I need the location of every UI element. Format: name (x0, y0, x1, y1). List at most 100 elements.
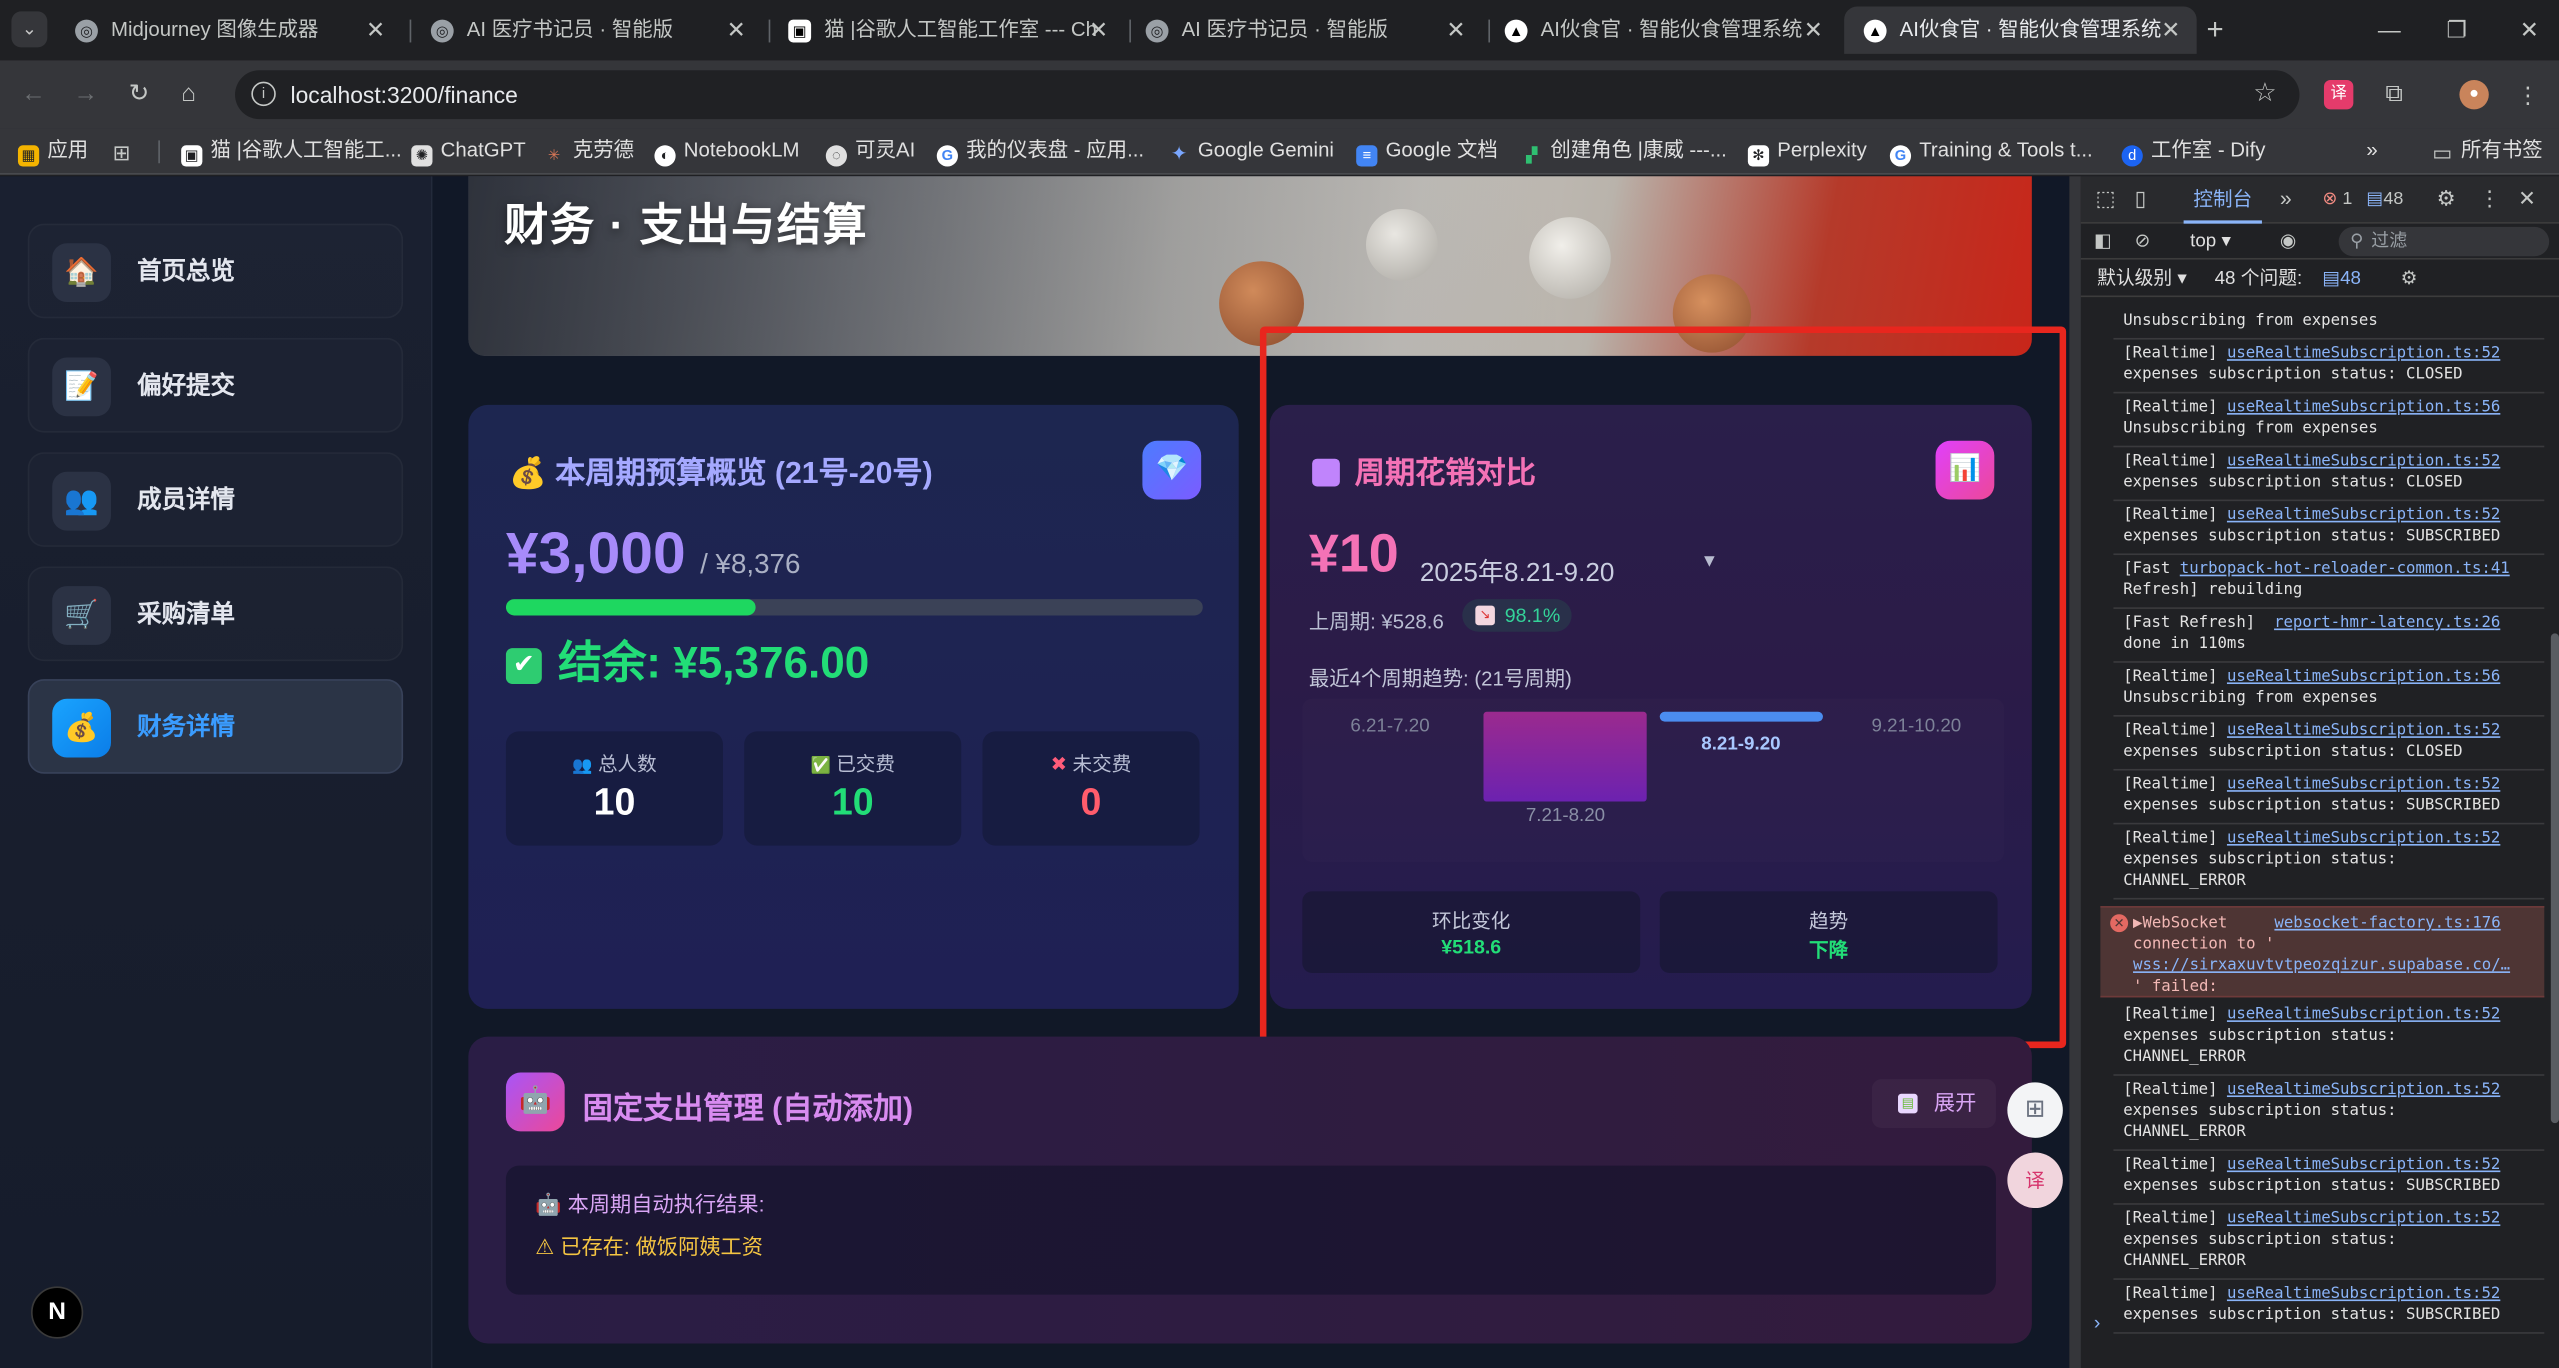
browser-tab[interactable]: ◎ AI 医疗书记员 · 智能版 ✕ (1126, 7, 1482, 54)
bookmark-item[interactable]: ◐ NotebookLM (654, 129, 799, 171)
websocket-url-link[interactable]: wss://sirxaxuvtvtpeozqizur.supabase.co/… (2133, 957, 2510, 975)
apps-add-icon[interactable]: ⊞ (2007, 1082, 2063, 1138)
cross-icon: ✖ (1050, 752, 1068, 776)
all-bookmarks-button[interactable]: ▭ 所有书签 (2432, 129, 2542, 171)
translate-extension-icon[interactable]: 译 (2323, 79, 2354, 110)
bookmark-item[interactable]: ◌ 可灵AI (825, 129, 915, 171)
back-icon[interactable]: ← (21, 77, 45, 113)
url-text[interactable]: localhost:3200/finance (290, 70, 517, 119)
source-link[interactable]: useRealtimeSubscription.ts:52 (2227, 1210, 2500, 1228)
forward-icon[interactable]: → (73, 77, 97, 113)
bookmark-item[interactable]: ✦ Google Gemini (1169, 129, 1334, 171)
bookmark-item[interactable]: ▞ 创建角色 |康威 ---... (1521, 129, 1727, 171)
site-info-icon[interactable]: i (251, 81, 276, 107)
bookmark-item[interactable]: ✻ Perplexity (1747, 129, 1867, 171)
console-scrollbar[interactable] (2550, 633, 2559, 1124)
bookmark-item[interactable]: ▣ 猫 |谷歌人工智能工... (181, 129, 402, 171)
close-icon[interactable]: ✕ (1804, 7, 1823, 54)
console-message: [Fast Refresh] report-hmr-latency.ts:26 … (2123, 613, 2501, 653)
sidebar-item-label: 偏好提交 (137, 372, 236, 400)
tab-console[interactable]: 控制台 (2183, 176, 2262, 224)
error-count[interactable]: ⊗ 1 (2322, 186, 2352, 212)
eye-icon[interactable]: ◉ (2280, 224, 2296, 260)
source-link[interactable]: useRealtimeSubscription.ts:56 (2227, 668, 2500, 686)
bookmark-star-icon[interactable]: ☆ (2253, 70, 2276, 119)
console-message: [Realtime] useRealtimeSubscription.ts:52… (2123, 829, 2501, 890)
browser-menu-icon[interactable]: ⋮ (2513, 80, 2542, 109)
browser-tab[interactable]: ▣ 猫 |谷歌人工智能工作室 --- Ch ✕ (769, 7, 1125, 54)
console-prompt[interactable]: › (2094, 1311, 2101, 1334)
source-link[interactable]: useRealtimeSubscription.ts:52 (2227, 829, 2500, 847)
close-icon[interactable]: ✕ (2161, 7, 2180, 54)
close-icon[interactable]: ✕ (366, 7, 385, 54)
sidebar-toggle-icon[interactable]: ◧ (2094, 224, 2112, 260)
inspect-icon[interactable]: ⬚ (2095, 186, 2115, 212)
more-tabs-icon[interactable]: » (2280, 186, 2292, 212)
source-link[interactable]: useRealtimeSubscription.ts:52 (2227, 722, 2500, 740)
translate-float-icon[interactable]: 译 (2007, 1152, 2063, 1209)
bookmark-item[interactable]: ✺ ChatGPT (411, 129, 526, 171)
notebooklm-icon: ◐ (654, 145, 676, 167)
nextjs-dev-badge[interactable]: N (31, 1286, 84, 1339)
message-count[interactable]: ▤48 (2366, 186, 2403, 212)
address-bar[interactable]: i localhost:3200/finance ☆ (235, 70, 2300, 120)
bookmark-item[interactable]: G 我的仪表盘 - 应用... (936, 129, 1144, 171)
bookmark-item[interactable]: d 工作室 - Dify (2121, 129, 2265, 171)
source-link[interactable]: useRealtimeSubscription.ts:52 (2227, 452, 2500, 470)
devtools-close-icon[interactable]: ✕ (2518, 186, 2536, 212)
browser-tab-active[interactable]: ▲ AI伙食官 · 智能伙食管理系统 ✕ (1844, 6, 2197, 54)
source-link[interactable]: useRealtimeSubscription.ts:52 (2227, 775, 2500, 793)
money-bag-icon: 💰 (52, 698, 111, 758)
settings-gear-icon[interactable]: ⚙ (2437, 186, 2456, 212)
bookmark-item[interactable]: ≡ Google 文档 (1356, 129, 1498, 171)
console-settings-icon[interactable]: ⚙ (2401, 261, 2418, 297)
tab-search-icon[interactable]: ⌄ (11, 11, 48, 48)
new-tab-button[interactable]: + (2206, 11, 2223, 47)
console-message: [Realtime] useRealtimeSubscription.ts:52… (2123, 452, 2501, 492)
browser-tab[interactable]: ◎ AI 医疗书记员 · 智能版 ✕ (411, 7, 762, 54)
source-link[interactable]: turbopack-hot-reloader-common.ts:41 (2180, 560, 2510, 578)
browser-tab[interactable]: ▲ AI伙食官 · 智能伙食管理系统 ✕ (1485, 7, 1839, 54)
close-icon[interactable]: ✕ (727, 7, 746, 54)
window-close-icon[interactable]: ✕ (2520, 11, 2539, 47)
console-message: [Realtime] useRealtimeSubscription.ts:52… (2123, 1284, 2501, 1324)
bookmark-apps[interactable]: ▦ 应用 (17, 129, 88, 171)
bookmark-item[interactable]: ✳ 克劳德 (543, 129, 634, 171)
source-link[interactable]: useRealtimeSubscription.ts:52 (2227, 344, 2500, 362)
restore-icon[interactable]: ❐ (2446, 11, 2467, 47)
source-link[interactable]: report-hmr-latency.ts:26 (2274, 614, 2500, 632)
console-filter-input[interactable]: ⚲ 过滤 (2338, 226, 2550, 257)
more-bookmarks-button[interactable]: » (2366, 129, 2377, 171)
devtools-menu-icon[interactable]: ⋮ (2479, 186, 2500, 212)
device-toggle-icon[interactable]: ▯ (2135, 186, 2147, 212)
issues-count[interactable]: ▤48 (2322, 261, 2361, 297)
context-select[interactable]: top ▾ (2190, 224, 2231, 260)
expand-button[interactable]: ▤ 展开 (1871, 1079, 1996, 1129)
source-link[interactable]: useRealtimeSubscription.ts:56 (2227, 398, 2500, 416)
tab-title: Midjourney 图像生成器 (110, 17, 319, 41)
source-link[interactable]: websocket-factory.ts:176 (2274, 914, 2500, 932)
sidebar-item-preferences[interactable]: 📝 偏好提交 (27, 337, 404, 433)
source-link[interactable]: useRealtimeSubscription.ts:52 (2227, 1156, 2500, 1174)
close-icon[interactable]: ✕ (1446, 7, 1465, 54)
clear-console-icon[interactable]: ⊘ (2135, 224, 2151, 260)
extensions-puzzle-icon[interactable]: ⧉ (2379, 80, 2408, 109)
sidebar-item-shopping[interactable]: 🛒 采购清单 (27, 566, 404, 662)
tab-groups-icon[interactable]: ⊞ (111, 129, 140, 171)
reload-icon[interactable]: ↻ (129, 77, 150, 113)
source-link[interactable]: useRealtimeSubscription.ts:52 (2227, 1081, 2500, 1099)
source-link[interactable]: useRealtimeSubscription.ts:52 (2227, 1006, 2500, 1024)
minimize-icon[interactable]: — (2378, 11, 2401, 47)
globe-icon: ◎ (75, 19, 98, 43)
bookmark-item[interactable]: G Training & Tools t... (1889, 129, 2093, 171)
home-icon[interactable]: ⌂ (181, 77, 196, 113)
close-icon[interactable]: ✕ (1089, 7, 1108, 54)
browser-tab[interactable]: ◎ Midjourney 图像生成器 ✕ (55, 7, 401, 54)
sidebar-item-finance[interactable]: 💰 财务详情 (27, 679, 404, 774)
source-link[interactable]: useRealtimeSubscription.ts:52 (2227, 506, 2500, 524)
sidebar-item-home[interactable]: 🏠 首页总览 (27, 223, 404, 319)
sidebar-item-members[interactable]: 👥 成员详情 (27, 452, 404, 547)
profile-avatar[interactable]: ● (2459, 79, 2489, 110)
source-link[interactable]: useRealtimeSubscription.ts:52 (2227, 1285, 2500, 1303)
log-level-select[interactable]: 默认级别 ▾ (2097, 261, 2187, 297)
